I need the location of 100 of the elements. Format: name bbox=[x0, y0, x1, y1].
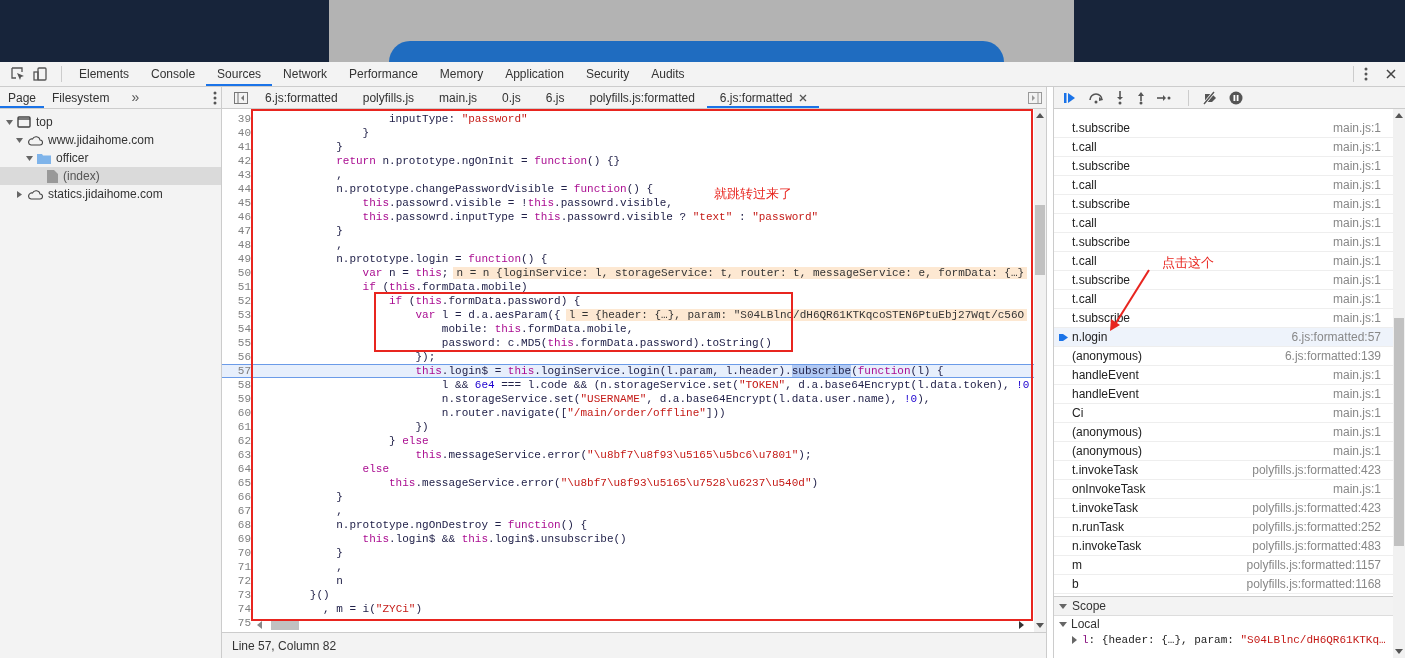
line-number: 45 bbox=[236, 197, 252, 209]
call-frame[interactable]: t.subscribe main.js:1 bbox=[1054, 195, 1393, 214]
panel-tab[interactable]: Console bbox=[140, 62, 207, 86]
line-number: 55 bbox=[236, 337, 252, 349]
more-tabs-button[interactable]: » bbox=[125, 88, 146, 107]
scope-group[interactable]: Local bbox=[1054, 616, 1393, 632]
panel-tab[interactable]: Memory bbox=[428, 62, 495, 86]
panel-tab[interactable]: Security bbox=[574, 62, 641, 86]
scroll-left-icon[interactable] bbox=[257, 621, 263, 629]
scroll-up-icon[interactable] bbox=[1395, 112, 1403, 118]
expanded-triangle-icon[interactable] bbox=[26, 154, 33, 162]
step-into-icon[interactable] bbox=[1115, 90, 1125, 105]
code-line: }); bbox=[414, 351, 436, 363]
scope-variable[interactable]: l: {header: {…}, param: "S04LBlnc/dH6QR61KTKq… bbox=[1054, 632, 1393, 648]
call-frame[interactable]: t.subscribe main.js:1 bbox=[1054, 233, 1393, 252]
line-number: 49 bbox=[236, 253, 252, 265]
call-frame[interactable]: t.subscribe main.js:1 bbox=[1054, 271, 1393, 290]
collapsed-triangle-icon[interactable] bbox=[16, 190, 23, 198]
tree-item[interactable]: statics.jidaihome.com bbox=[0, 185, 221, 203]
line-number: 60 bbox=[236, 407, 252, 419]
panel-tab[interactable]: Audits bbox=[640, 62, 696, 86]
call-frame[interactable]: b polyfills.js:formatted:1168 bbox=[1054, 575, 1393, 594]
call-frame[interactable]: Ci main.js:1 bbox=[1054, 404, 1393, 423]
deactivate-breakpoints-icon[interactable] bbox=[1202, 90, 1218, 105]
code-line: var l = d.a.aesParam({ bbox=[414, 309, 561, 321]
horizontal-scrollbar[interactable] bbox=[257, 619, 1024, 631]
call-frame[interactable]: n.invokeTask polyfills.js:formatted:483 bbox=[1054, 537, 1393, 556]
call-frame[interactable]: (anonymous) 6.js:formatted:139 bbox=[1054, 347, 1393, 366]
expanded-triangle-icon bbox=[1059, 620, 1067, 628]
code-line: } bbox=[335, 225, 343, 237]
expanded-triangle-icon[interactable] bbox=[16, 136, 23, 144]
scroll-down-icon[interactable] bbox=[1036, 623, 1044, 629]
call-frame[interactable]: handleEvent main.js:1 bbox=[1054, 366, 1393, 385]
file-tab[interactable]: 6.js bbox=[532, 87, 577, 108]
expanded-triangle-icon[interactable] bbox=[6, 118, 13, 126]
file-tab[interactable]: polyfills.js:formatted bbox=[576, 87, 707, 108]
call-frame[interactable]: (anonymous) main.js:1 bbox=[1054, 423, 1393, 442]
call-frame[interactable]: m polyfills.js:formatted:1157 bbox=[1054, 556, 1393, 575]
call-frame[interactable]: t.invokeTask polyfills.js:formatted:423 bbox=[1054, 461, 1393, 480]
line-number: 75 bbox=[236, 617, 252, 629]
call-frame[interactable]: (anonymous) main.js:1 bbox=[1054, 442, 1393, 461]
navigator-tab[interactable]: Page bbox=[0, 87, 45, 108]
scrollbar-thumb[interactable] bbox=[1035, 205, 1045, 275]
call-frame[interactable]: handleEvent main.js:1 bbox=[1054, 385, 1393, 404]
line-number: 51 bbox=[236, 281, 252, 293]
call-frame[interactable]: onInvokeTask main.js:1 bbox=[1054, 480, 1393, 499]
call-frame[interactable]: n.login 6.js:formatted:57 bbox=[1054, 328, 1393, 347]
navigator-tab[interactable]: Filesystem bbox=[44, 87, 118, 108]
section-header[interactable]: Scope bbox=[1054, 596, 1393, 616]
file-tab[interactable]: main.js bbox=[426, 87, 490, 108]
panel-tab[interactable]: Performance bbox=[338, 62, 429, 86]
line-number: 64 bbox=[236, 463, 252, 475]
scroll-right-icon[interactable] bbox=[1018, 621, 1024, 629]
call-frame[interactable]: t.call main.js:1 bbox=[1054, 138, 1393, 157]
toggle-navigator-icon[interactable] bbox=[234, 91, 248, 104]
scrollbar-thumb[interactable] bbox=[271, 620, 299, 630]
scroll-up-icon[interactable] bbox=[1036, 112, 1044, 118]
close-icon[interactable] bbox=[798, 93, 807, 102]
tree-item[interactable]: officer bbox=[0, 149, 221, 167]
pause-icon[interactable] bbox=[1229, 90, 1243, 105]
line-number: 48 bbox=[236, 239, 252, 251]
annotation-note: 就跳转过来了 bbox=[714, 185, 792, 203]
more-options-icon[interactable] bbox=[1364, 67, 1368, 81]
file-tab[interactable]: polyfills.js bbox=[349, 87, 427, 108]
close-icon[interactable] bbox=[1386, 69, 1396, 79]
line-number: 52 bbox=[236, 295, 252, 307]
file-tab[interactable]: 0.js bbox=[489, 87, 533, 108]
panel-tab[interactable]: Network bbox=[272, 62, 339, 86]
code-line: this.login$ = this.loginService.login(l.param, l.header).subscribe(function(l) { bbox=[414, 365, 944, 377]
call-frame[interactable]: t.subscribe main.js:1 bbox=[1054, 119, 1393, 138]
file-tab[interactable]: 6.js:formatted bbox=[252, 87, 350, 108]
scrollbar-thumb[interactable] bbox=[1394, 318, 1404, 546]
panel-tab[interactable]: Elements bbox=[68, 62, 141, 86]
inspect-icon[interactable] bbox=[11, 67, 25, 81]
code-line: else bbox=[361, 463, 390, 475]
call-frame[interactable]: n.runTask polyfills.js:formatted:252 bbox=[1054, 518, 1393, 537]
call-frame[interactable]: t.subscribe main.js:1 bbox=[1054, 157, 1393, 176]
vertical-scrollbar[interactable] bbox=[1034, 109, 1046, 632]
line-number: 62 bbox=[236, 435, 252, 447]
call-frame[interactable]: t.call main.js:1 bbox=[1054, 176, 1393, 195]
device-toolbar-icon[interactable] bbox=[33, 67, 47, 81]
more-options-icon[interactable] bbox=[213, 90, 217, 105]
tree-item[interactable]: top bbox=[0, 113, 221, 131]
tree-item[interactable]: (index) bbox=[0, 167, 221, 185]
step-icon[interactable] bbox=[1157, 92, 1171, 103]
file-tab[interactable]: 6.js:formatted bbox=[706, 87, 819, 108]
code-line: } bbox=[361, 127, 370, 139]
call-frame[interactable]: t.call main.js:1 bbox=[1054, 290, 1393, 309]
resume-icon[interactable] bbox=[1063, 90, 1077, 105]
line-number: 44 bbox=[236, 183, 252, 195]
tree-item[interactable]: www.jidaihome.com bbox=[0, 131, 221, 149]
call-frame[interactable]: t.invokeTask polyfills.js:formatted:423 bbox=[1054, 499, 1393, 518]
toggle-debugger-icon[interactable] bbox=[1028, 91, 1042, 104]
step-over-icon[interactable] bbox=[1088, 91, 1104, 104]
scroll-down-icon[interactable] bbox=[1395, 649, 1403, 655]
vertical-scrollbar[interactable] bbox=[1393, 109, 1405, 658]
panel-tab[interactable]: Application bbox=[494, 62, 575, 86]
expand-triangle-icon[interactable] bbox=[1072, 636, 1078, 644]
call-frame[interactable]: t.call main.js:1 bbox=[1054, 214, 1393, 233]
step-out-icon[interactable] bbox=[1136, 90, 1146, 105]
